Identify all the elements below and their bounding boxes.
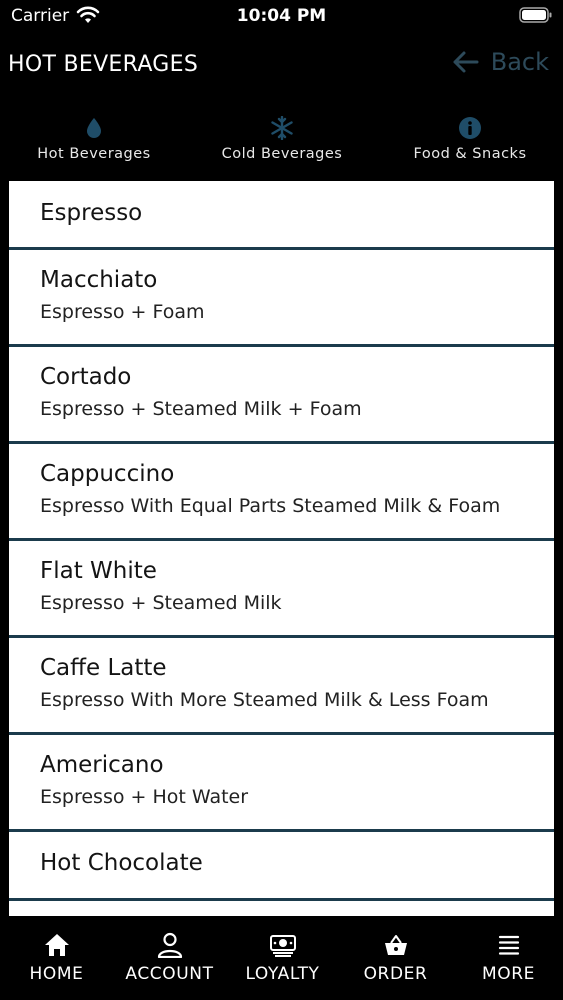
item-name: Espresso	[40, 200, 143, 226]
back-button[interactable]: Back	[451, 48, 549, 76]
category-tab-cold-beverages[interactable]: Cold Beverages	[188, 108, 376, 180]
category-label: Cold Beverages	[221, 146, 343, 162]
item-description: Espresso + Hot Water	[40, 786, 249, 808]
tab-more[interactable]: MORE	[452, 916, 563, 1000]
item-description: Espresso With More Steamed Milk & Less F…	[40, 689, 489, 711]
tab-bar: HOME ACCOUNT LOYALTY ORDER MORE	[0, 916, 563, 1000]
basket-icon	[384, 935, 407, 955]
drop-icon	[87, 118, 101, 138]
item-name: Americano	[40, 752, 164, 778]
tab-label: MORE	[481, 964, 535, 984]
item-description: Espresso + Foam	[40, 301, 205, 323]
menu-list[interactable]: Espresso Macchiato Espresso + Foam Corta…	[9, 181, 554, 916]
item-name: Cappuccino	[40, 461, 175, 487]
item-name: Hot Chocolate	[40, 850, 203, 876]
menu-item-cappuccino[interactable]: Cappuccino Espresso With Equal Parts Ste…	[9, 444, 554, 538]
menu-item-americano[interactable]: Americano Espresso + Hot Water	[9, 735, 554, 829]
menu-item-cortado[interactable]: Cortado Espresso + Steamed Milk + Foam	[9, 347, 554, 441]
tab-label: LOYALTY	[245, 964, 320, 984]
tab-label: ACCOUNT	[125, 964, 214, 984]
category-label: Food & Snacks	[413, 146, 527, 162]
item-name: Caffe Latte	[40, 655, 167, 681]
menu-item-macchiato[interactable]: Macchiato Espresso + Foam	[9, 250, 554, 344]
menu-item-espresso[interactable]: Espresso	[9, 181, 554, 247]
item-name: Flat White	[40, 558, 157, 584]
snowflake-icon	[271, 116, 293, 140]
item-description: Espresso With Equal Parts Steamed Milk &…	[40, 495, 501, 517]
tab-order[interactable]: ORDER	[339, 916, 452, 1000]
item-name: Cortado	[40, 364, 132, 390]
info-icon	[459, 117, 481, 139]
tab-account[interactable]: ACCOUNT	[113, 916, 226, 1000]
item-description: Espresso + Steamed Milk	[40, 592, 282, 614]
menu-icon	[498, 935, 519, 955]
tab-label: ORDER	[363, 964, 428, 984]
status-time: 10:04 PM	[236, 6, 327, 26]
header: HOT BEVERAGES Back	[0, 34, 563, 98]
tab-loyalty[interactable]: LOYALTY	[226, 916, 339, 1000]
item-name: Macchiato	[40, 267, 158, 293]
home-icon	[44, 934, 69, 956]
back-arrow-icon	[453, 51, 479, 73]
category-label: Hot Beverages	[37, 146, 151, 162]
person-icon	[157, 932, 182, 958]
tab-home[interactable]: HOME	[0, 916, 113, 1000]
cash-icon	[269, 935, 296, 957]
category-tab-hot-beverages[interactable]: Hot Beverages	[0, 108, 188, 180]
page-title: HOT BEVERAGES	[8, 52, 199, 77]
battery-icon	[519, 7, 552, 23]
menu-item-partial[interactable]	[9, 901, 554, 916]
menu-item-caffe-latte[interactable]: Caffe Latte Espresso With More Steamed M…	[9, 638, 554, 732]
menu-item-flat-white[interactable]: Flat White Espresso + Steamed Milk	[9, 541, 554, 635]
tab-label: HOME	[29, 964, 84, 984]
category-bar: Hot Beverages Cold Beverages Food & Snac…	[0, 108, 563, 180]
item-description: Espresso + Steamed Milk + Foam	[40, 398, 362, 420]
category-tab-food-snacks[interactable]: Food & Snacks	[376, 108, 563, 180]
status-bar: Carrier 10:04 PM	[0, 0, 563, 34]
menu-item-hot-chocolate[interactable]: Hot Chocolate	[9, 832, 554, 898]
back-label: Back	[490, 48, 549, 76]
